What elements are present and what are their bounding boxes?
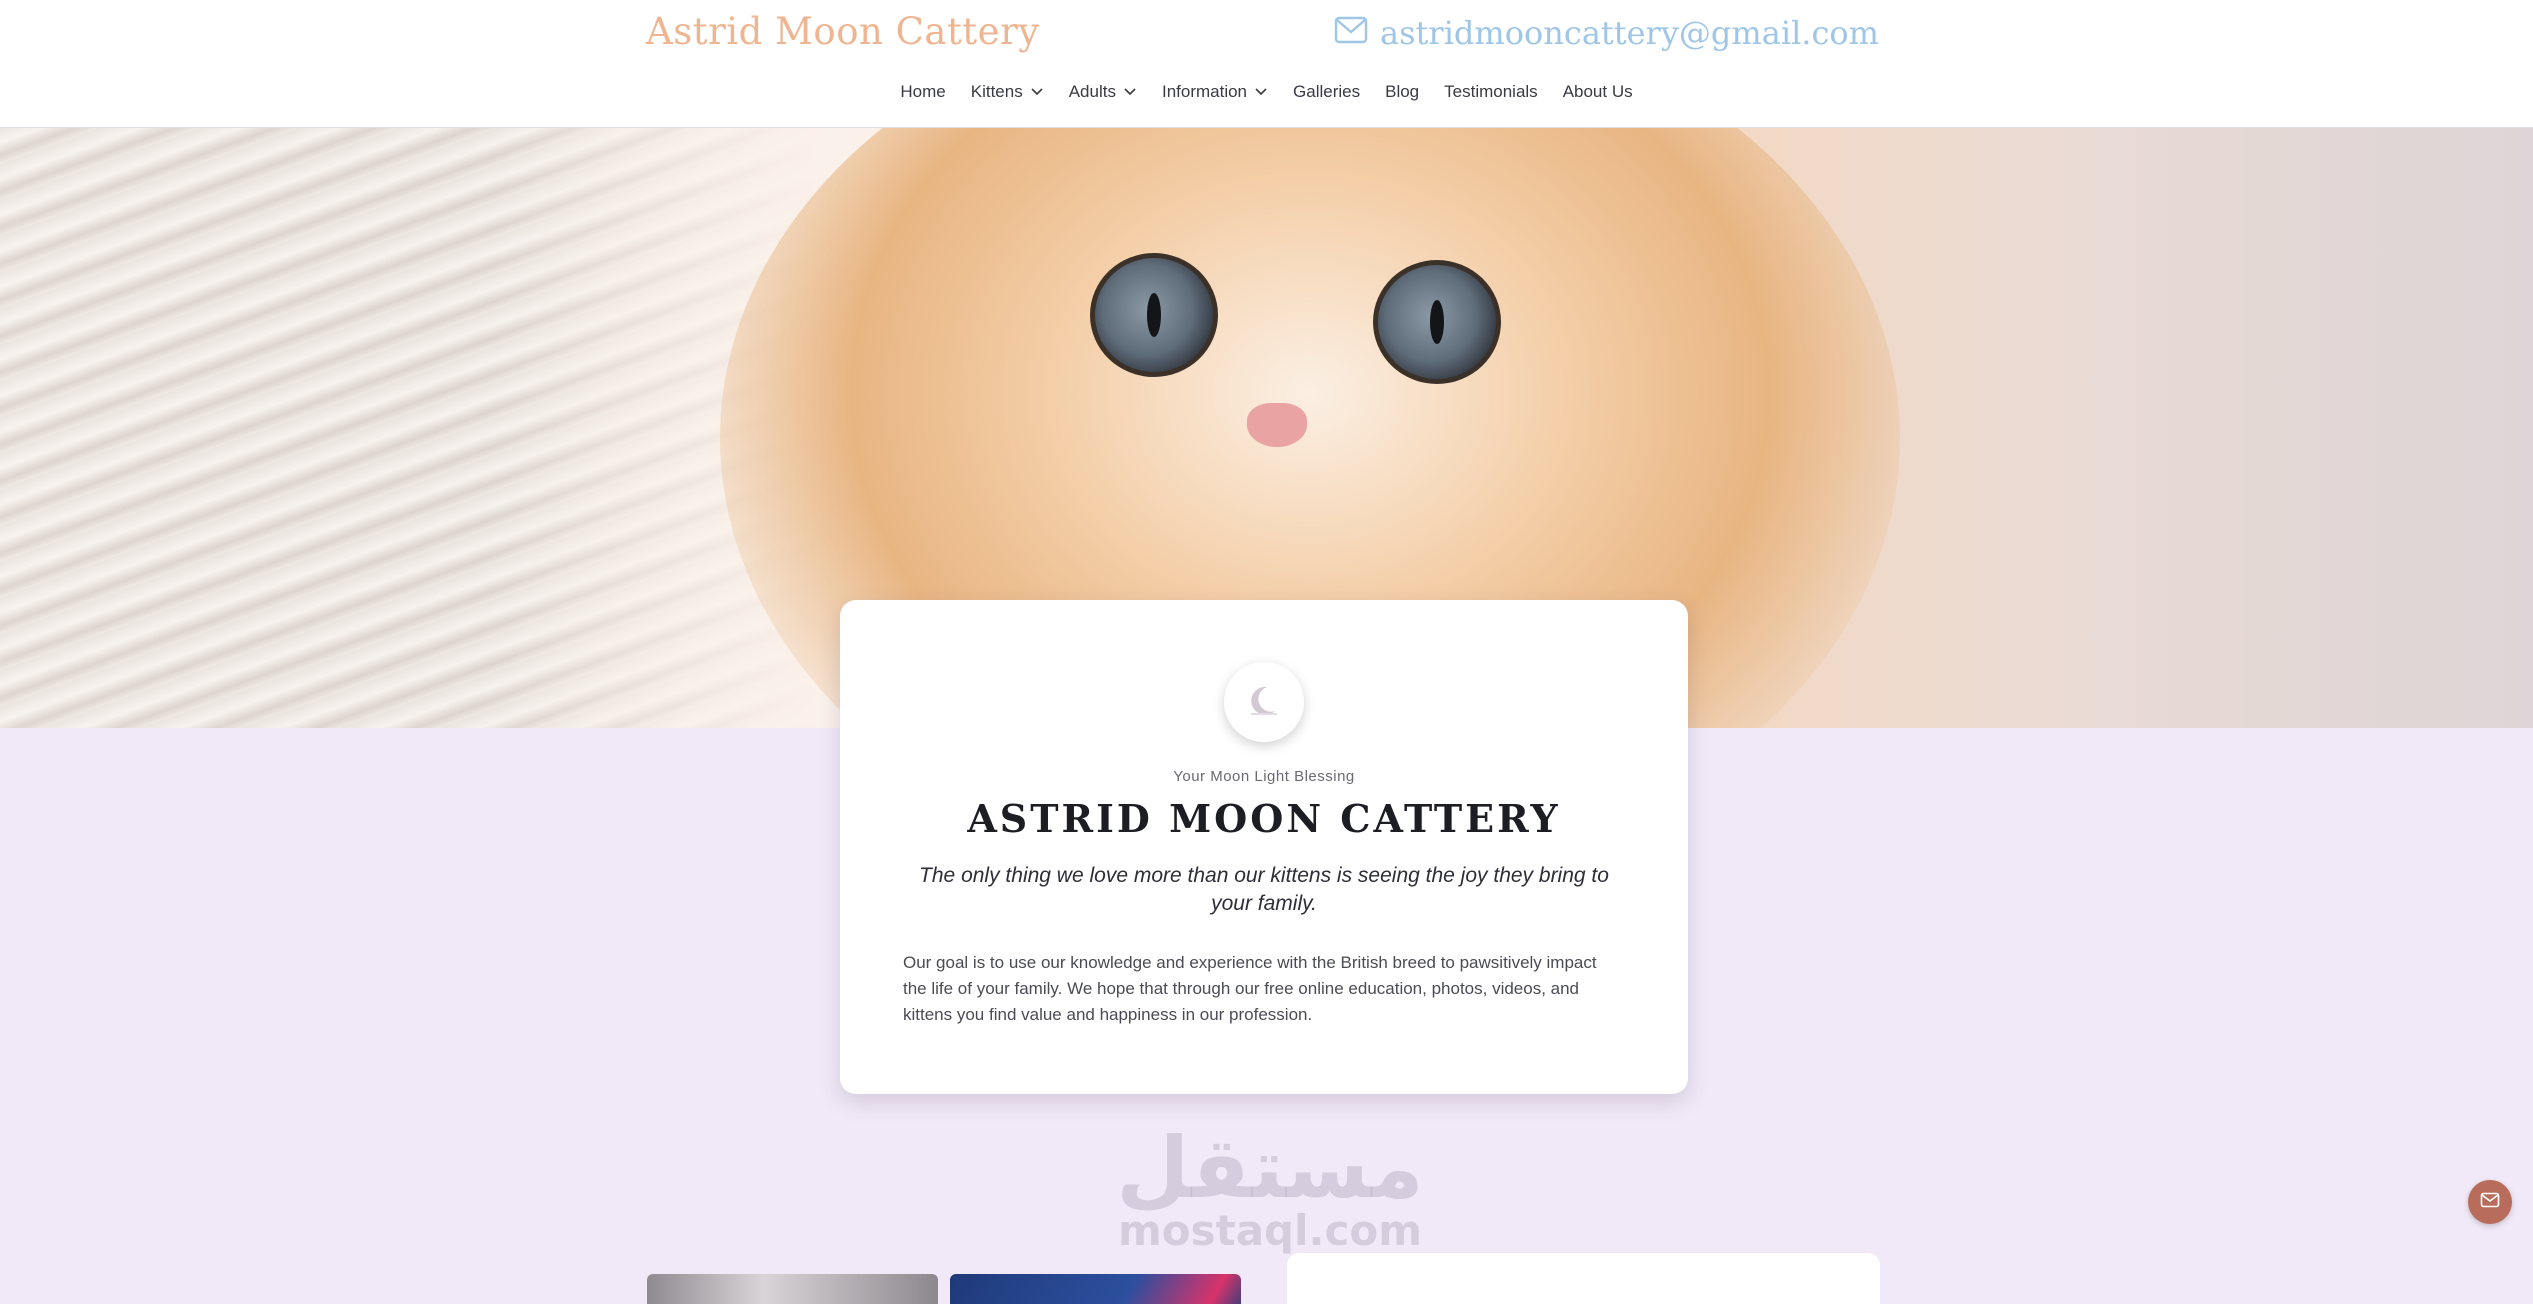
nav-item-label: Adults <box>1068 82 1116 101</box>
header-email-link[interactable]: astridmooncattery@gmail.com <box>1334 14 1879 52</box>
nav-item-label: Kittens <box>970 82 1023 101</box>
chevron-down-icon <box>1030 82 1044 102</box>
gallery-thumbnail[interactable] <box>647 1274 938 1304</box>
nav-item-label: Galleries <box>1293 82 1361 101</box>
card-title: ASTRID MOON CATTERY <box>967 796 1561 841</box>
contact-fab-button[interactable] <box>2468 1180 2512 1224</box>
card-quote: The only thing we love more than our kit… <box>919 864 1609 915</box>
email-address: astridmooncattery@gmail.com <box>1380 14 1879 52</box>
nav-item-label: Testimonials <box>1444 82 1538 101</box>
card-tagline: Your Moon Light Blessing <box>1173 768 1355 785</box>
mail-icon <box>2480 1192 2500 1212</box>
intro-card: Your Moon Light Blessing ASTRID MOON CAT… <box>840 600 1688 1094</box>
nav-item-adults[interactable]: Adults <box>1069 82 1137 102</box>
hero-fade <box>0 128 820 728</box>
nav-item-testimonials[interactable]: Testimonials <box>1444 82 1538 102</box>
mail-icon <box>1334 14 1368 52</box>
kitten-eye-left <box>1090 253 1218 377</box>
main-navigation: Home Kittens Adults Information Gallerie… <box>0 82 2533 102</box>
moon-logo <box>1224 662 1304 742</box>
nav-item-label: Information <box>1161 82 1248 101</box>
chevron-down-icon <box>1254 82 1268 102</box>
card-description: Our goal is to use our knowledge and exp… <box>903 953 1597 1024</box>
site-header: Astrid Moon Cattery astridmooncattery@gm… <box>0 0 2533 128</box>
side-panel-card <box>1287 1253 1880 1304</box>
nav-item-kittens[interactable]: Kittens <box>971 82 1044 102</box>
kitten-nose <box>1247 403 1307 447</box>
nav-item-label: Blog <box>1385 82 1420 101</box>
watermark-arabic: مستقل <box>1116 1119 1424 1217</box>
nav-item-home[interactable]: Home <box>900 82 945 102</box>
pupil <box>1430 300 1444 344</box>
kitten-eye-right <box>1373 260 1501 384</box>
nav-item-information[interactable]: Information <box>1162 82 1268 102</box>
nav-item-about-us[interactable]: About Us <box>1563 82 1633 102</box>
brand-logo-text[interactable]: Astrid Moon Cattery <box>646 10 1040 53</box>
watermark: مستقل mostaql.com <box>1105 1122 1435 1255</box>
nav-item-blog[interactable]: Blog <box>1385 82 1419 102</box>
gallery-thumbnail[interactable] <box>950 1274 1241 1304</box>
nav-item-galleries[interactable]: Galleries <box>1293 82 1360 102</box>
nav-item-label: Home <box>900 82 946 101</box>
chevron-down-icon <box>1123 82 1137 102</box>
pupil <box>1147 293 1161 337</box>
watermark-latin: mostaql.com <box>1118 1206 1422 1255</box>
nav-item-label: About Us <box>1562 82 1633 101</box>
